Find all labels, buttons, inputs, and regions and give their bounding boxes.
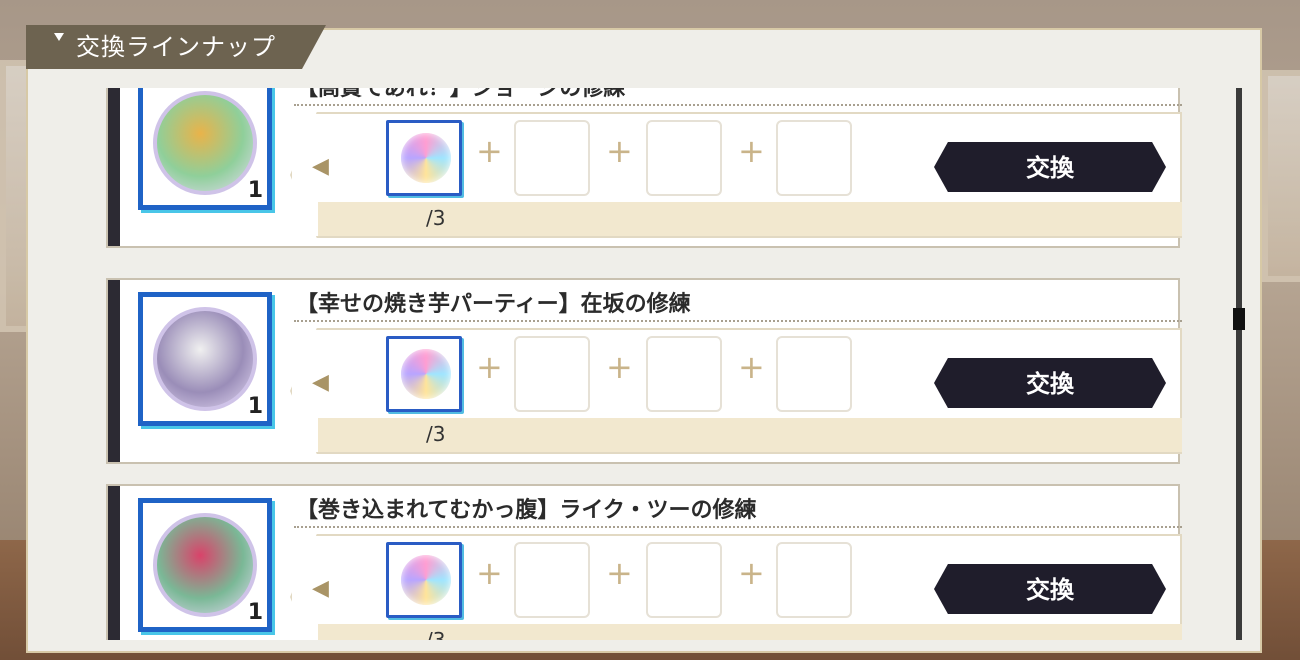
reward-quantity: 1: [247, 600, 263, 625]
scrollbar-track[interactable]: [1236, 88, 1242, 640]
material-slot[interactable]: [386, 542, 462, 618]
exchange-button[interactable]: 交換: [934, 358, 1166, 408]
plus-icon: +: [738, 348, 765, 386]
exchange-row: 1 【巻き込まれてむかっ腹】ライク・ツーの修練 ◀ + + + /3 交換: [106, 484, 1182, 640]
row-accent: [108, 280, 120, 462]
arrow-left-icon: ◀: [312, 576, 329, 601]
row-title: 【巻き込まれてむかっ腹】ライク・ツーの修練: [296, 498, 757, 523]
reward-quantity: 1: [247, 178, 263, 203]
exchange-button[interactable]: 交換: [934, 142, 1166, 192]
row-accent: [108, 486, 120, 640]
plus-icon: +: [738, 132, 765, 170]
empty-slot: [776, 336, 852, 412]
empty-slot: [776, 542, 852, 618]
reward-quantity: 1: [247, 394, 263, 419]
gem-icon: [401, 555, 451, 605]
empty-slot: [646, 542, 722, 618]
arrow-left-icon: ◀: [312, 154, 329, 179]
exchange-row: 1 【幸せの焼き芋パーティー】在坂の修練 ◀ + + + /3 交換: [106, 278, 1182, 464]
empty-slot: [646, 120, 722, 196]
recipe-footer: [318, 624, 1182, 640]
divider: [294, 104, 1182, 106]
plus-icon: +: [738, 554, 765, 592]
reward-item-icon[interactable]: 1: [138, 498, 272, 632]
material-slot[interactable]: [386, 120, 462, 196]
required-count: /3: [426, 206, 446, 230]
plus-icon: +: [476, 554, 503, 592]
plus-icon: +: [476, 132, 503, 170]
triangle-down-icon: [54, 33, 64, 41]
character-avatar: [153, 307, 257, 411]
empty-slot: [514, 336, 590, 412]
character-avatar: [153, 513, 257, 617]
character-avatar: [153, 91, 257, 195]
arrow-left-icon: ◀: [312, 370, 329, 395]
recipe-footer: [318, 418, 1182, 452]
divider: [294, 526, 1182, 528]
exchange-row: 1 【高貴であれ！】ジョージの修練 ◀ + + + /3 交換: [106, 88, 1182, 248]
reward-item-icon[interactable]: 1: [138, 88, 272, 210]
row-title: 【幸せの焼き芋パーティー】在坂の修練: [296, 292, 691, 317]
scrollbar-thumb[interactable]: [1233, 308, 1245, 330]
plus-icon: +: [606, 348, 633, 386]
material-slot[interactable]: [386, 336, 462, 412]
row-accent: [108, 88, 120, 246]
recipe-footer: [318, 202, 1182, 236]
exchange-list[interactable]: 1 【高貴であれ！】ジョージの修練 ◀ + + + /3 交換 1 【幸せの焼き…: [100, 88, 1190, 640]
divider: [294, 320, 1182, 322]
plus-icon: +: [476, 348, 503, 386]
required-count: /3: [426, 422, 446, 446]
required-count: /3: [426, 628, 446, 640]
plus-icon: +: [606, 132, 633, 170]
lineup-tab: 交換ラインナップ: [26, 25, 326, 69]
gem-icon: [401, 349, 451, 399]
gem-icon: [401, 133, 451, 183]
background-window: [1262, 70, 1300, 282]
plus-icon: +: [606, 554, 633, 592]
empty-slot: [646, 336, 722, 412]
reward-item-icon[interactable]: 1: [138, 292, 272, 426]
exchange-button[interactable]: 交換: [934, 564, 1166, 614]
row-title: 【高貴であれ！】ジョージの修練: [296, 88, 626, 101]
empty-slot: [514, 542, 590, 618]
empty-slot: [776, 120, 852, 196]
empty-slot: [514, 120, 590, 196]
lineup-tab-label: 交換ラインナップ: [76, 33, 276, 61]
